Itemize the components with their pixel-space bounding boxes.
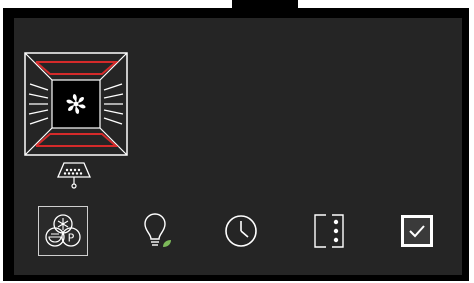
timer-button[interactable]	[216, 206, 266, 256]
eco-button[interactable]	[132, 206, 182, 256]
top-tab	[232, 0, 298, 8]
bottom-heating-element	[35, 133, 119, 147]
more-options-icon	[314, 214, 344, 248]
eco-bulb-icon	[144, 213, 171, 247]
baking-tray-icon	[56, 160, 92, 190]
checkbox-icon	[401, 215, 433, 247]
modes-button[interactable]: P	[38, 206, 88, 256]
top-heating-element	[35, 61, 119, 75]
svg-text:P: P	[68, 232, 75, 245]
more-options-button[interactable]	[304, 206, 354, 256]
defrost-proof-modes-icon: P	[45, 214, 81, 247]
oven-cavity-display	[24, 52, 128, 156]
confirm-button[interactable]	[392, 206, 442, 256]
clock-icon	[225, 215, 257, 247]
